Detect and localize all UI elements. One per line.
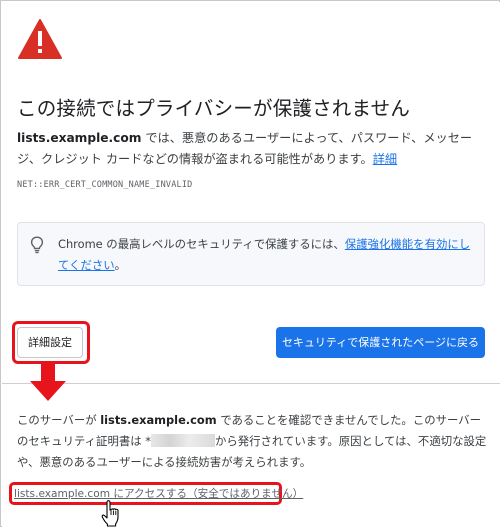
protection-message: Chrome の最高レベルのセキュリティで保護するには、 [58, 237, 345, 251]
details-prefix: このサーバーが [17, 413, 97, 427]
page-title: この接続ではプライバシーが保護されません [17, 97, 411, 120]
error-code: NET::ERR_CERT_COMMON_NAME_INVALID [17, 180, 193, 190]
protection-suffix: 。 [114, 258, 127, 272]
details-link[interactable]: 詳細 [373, 152, 397, 166]
lightbulb-icon [30, 236, 44, 254]
redacted-issuer [150, 434, 215, 447]
protection-text: Chrome の最高レベルのセキュリティで保護するには、保護強化機能を有効にして… [58, 234, 476, 276]
warning-description: lists.example.com では、悪意のあるユーザーによって、パスワード… [17, 128, 483, 170]
hand-pointer-icon [101, 500, 119, 527]
details-domain: lists.example.com [100, 413, 217, 427]
advanced-button[interactable]: 詳細設定 [17, 327, 83, 358]
site-domain: lists.example.com [17, 131, 142, 145]
enhanced-protection-box: Chrome の最高レベルのセキュリティで保護するには、保護強化機能を有効にして… [17, 222, 485, 286]
back-to-safety-button[interactable]: セキュリティで保護されたページに戻る [276, 327, 485, 358]
down-arrow-icon [30, 364, 66, 401]
warning-triangle-icon [18, 19, 62, 59]
proceed-unsafe-link[interactable]: lists.example.com にアクセスする（安全ではありません） [14, 486, 303, 501]
certificate-details-text: このサーバーが lists.example.com であることを確認できませんで… [17, 410, 487, 473]
